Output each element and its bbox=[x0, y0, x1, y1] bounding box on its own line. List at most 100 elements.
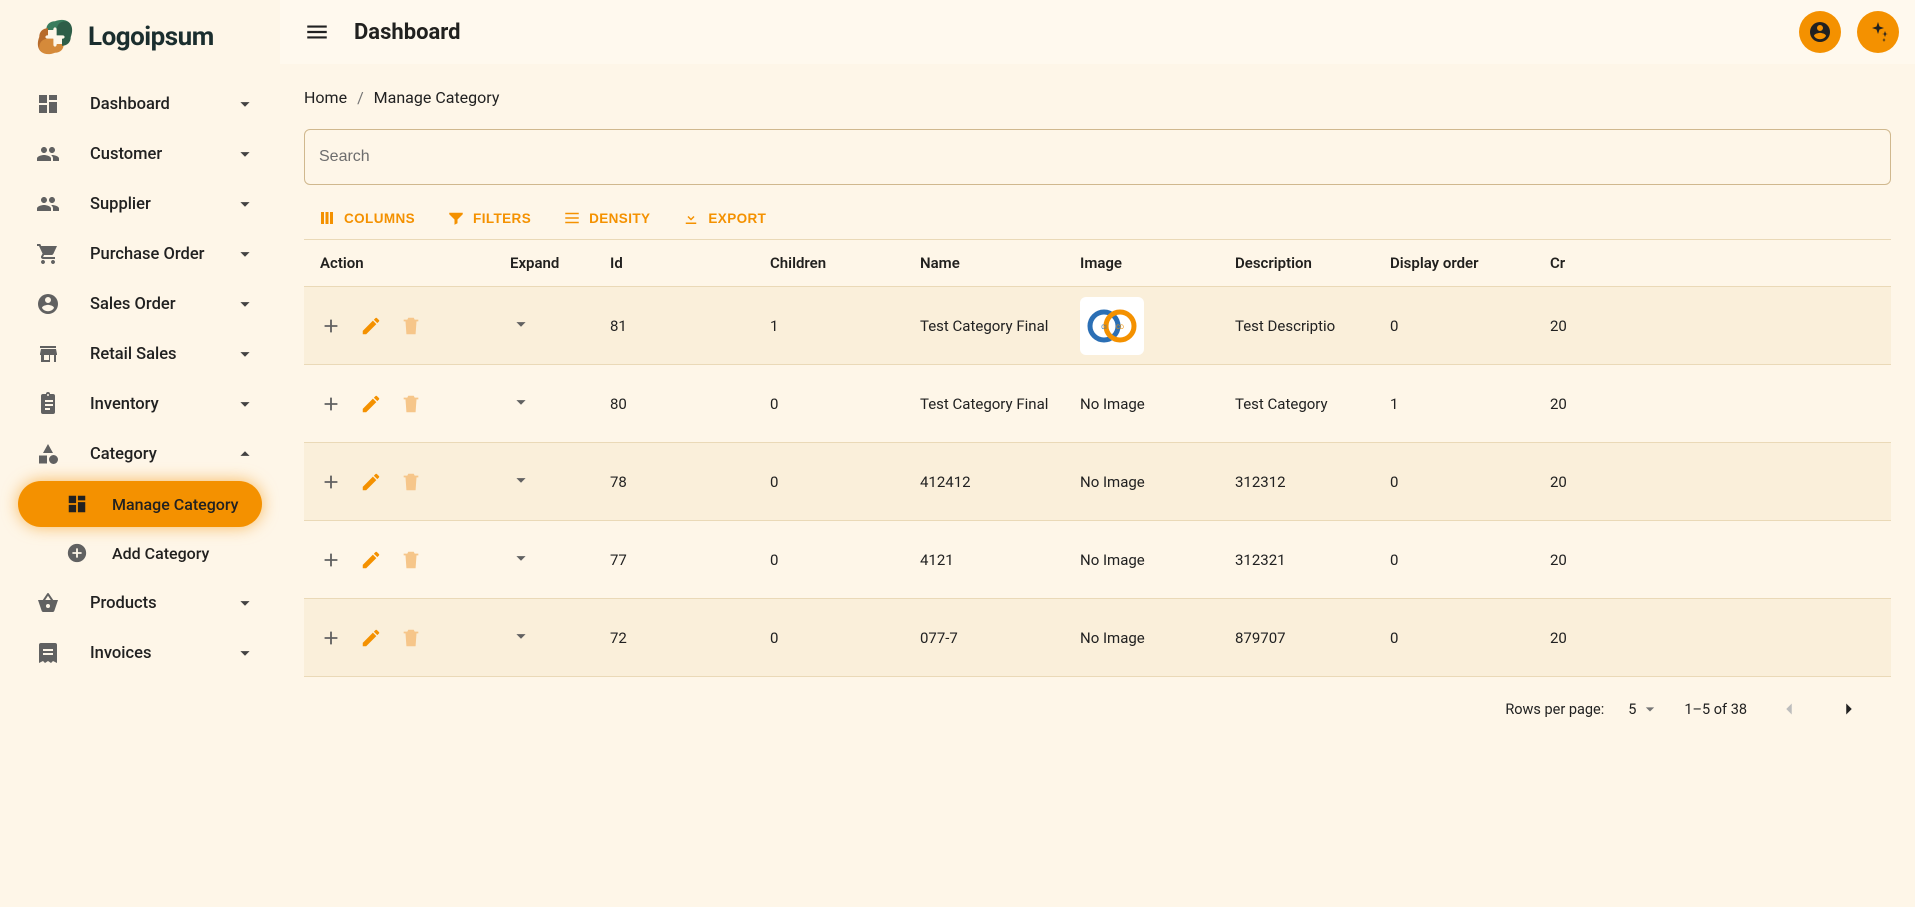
cell-description: Test Category bbox=[1227, 389, 1382, 419]
cell-expand[interactable] bbox=[502, 463, 602, 501]
cell-children: 0 bbox=[762, 545, 912, 575]
delete-icon[interactable] bbox=[400, 315, 422, 337]
filters-button[interactable]: FILTERS bbox=[443, 205, 535, 231]
edit-icon[interactable] bbox=[360, 393, 382, 415]
table-row: 77 0 4121 No Image 312321 0 20 bbox=[304, 521, 1891, 599]
col-header-expand[interactable]: Expand bbox=[502, 240, 602, 286]
sidebar-item-sales-order[interactable]: Sales Order bbox=[8, 280, 272, 328]
account-icon bbox=[36, 292, 60, 316]
cell-children: 1 bbox=[762, 311, 912, 341]
sidebar-item-inventory[interactable]: Inventory bbox=[8, 380, 272, 428]
chevron-right-icon bbox=[1838, 698, 1860, 720]
cell-description: 312312 bbox=[1227, 467, 1382, 497]
sidebar-item-invoices[interactable]: Invoices bbox=[8, 629, 272, 677]
chevron-down-icon bbox=[234, 143, 256, 165]
basket-icon bbox=[36, 591, 60, 615]
add-icon[interactable] bbox=[320, 627, 342, 649]
columns-button[interactable]: COLUMNS bbox=[314, 205, 419, 231]
next-page-button[interactable] bbox=[1831, 691, 1867, 727]
prev-page-button[interactable] bbox=[1771, 691, 1807, 727]
rows-per-page-select[interactable]: 5 bbox=[1628, 699, 1660, 719]
col-header-children[interactable]: Children bbox=[762, 240, 912, 286]
sidebar-sub-add-category[interactable]: Add Category bbox=[18, 530, 262, 576]
sidebar-item-label: Invoices bbox=[90, 644, 151, 663]
download-icon bbox=[682, 209, 700, 227]
cell-expand[interactable] bbox=[502, 541, 602, 579]
search-input[interactable] bbox=[319, 148, 1876, 166]
sidebar-item-dashboard[interactable]: Dashboard bbox=[8, 80, 272, 128]
delete-icon[interactable] bbox=[400, 549, 422, 571]
cell-expand[interactable] bbox=[502, 307, 602, 345]
delete-icon[interactable] bbox=[400, 393, 422, 415]
cell-description: Test Descriptio bbox=[1227, 311, 1382, 341]
sidebar-item-category[interactable]: Category bbox=[8, 430, 272, 478]
cell-action bbox=[312, 621, 502, 655]
table-row: 81 1 Test Category Final CICD Test Descr… bbox=[304, 287, 1891, 365]
col-header-created[interactable]: Cr bbox=[1542, 240, 1592, 286]
sidebar-sub-manage-category[interactable]: Manage Category bbox=[18, 481, 262, 527]
cell-id: 78 bbox=[602, 467, 762, 497]
density-label: DENSITY bbox=[589, 211, 650, 226]
col-header-description[interactable]: Description bbox=[1227, 240, 1382, 286]
col-header-id[interactable]: Id bbox=[602, 240, 762, 286]
sidebar-item-purchase-order[interactable]: Purchase Order bbox=[8, 230, 272, 278]
sidebar-item-customer[interactable]: Customer bbox=[8, 130, 272, 178]
cell-expand[interactable] bbox=[502, 619, 602, 657]
add-icon[interactable] bbox=[320, 393, 342, 415]
cell-display-order: 1 bbox=[1382, 389, 1542, 419]
add-icon[interactable] bbox=[320, 471, 342, 493]
edit-icon[interactable] bbox=[360, 549, 382, 571]
account-button[interactable] bbox=[1799, 11, 1841, 53]
cell-image: No Image bbox=[1072, 623, 1227, 653]
expand-icon bbox=[510, 633, 532, 651]
add-icon[interactable] bbox=[320, 549, 342, 571]
density-button[interactable]: DENSITY bbox=[559, 205, 654, 231]
cell-image: No Image bbox=[1072, 545, 1227, 575]
export-button[interactable]: EXPORT bbox=[678, 205, 770, 231]
delete-icon[interactable] bbox=[400, 627, 422, 649]
columns-label: COLUMNS bbox=[344, 211, 415, 226]
chevron-down-icon bbox=[234, 642, 256, 664]
sidebar-sub-label: Manage Category bbox=[112, 495, 239, 514]
cell-created: 20 bbox=[1542, 545, 1592, 575]
cell-description: 879707 bbox=[1227, 623, 1382, 653]
sparkle-button[interactable] bbox=[1857, 11, 1899, 53]
edit-icon[interactable] bbox=[360, 627, 382, 649]
chevron-down-icon bbox=[234, 243, 256, 265]
cell-id: 80 bbox=[602, 389, 762, 419]
sidebar-item-label: Category bbox=[90, 445, 157, 464]
col-header-name[interactable]: Name bbox=[912, 240, 1072, 286]
cell-expand[interactable] bbox=[502, 385, 602, 423]
edit-icon[interactable] bbox=[360, 315, 382, 337]
cell-created: 20 bbox=[1542, 311, 1592, 341]
rows-per-page-value: 5 bbox=[1628, 701, 1636, 718]
menu-toggle-button[interactable] bbox=[296, 11, 338, 53]
edit-icon[interactable] bbox=[360, 471, 382, 493]
col-header-display-order[interactable]: Display order bbox=[1382, 240, 1542, 286]
sidebar-item-retail-sales[interactable]: Retail Sales bbox=[8, 330, 272, 378]
search-box[interactable] bbox=[304, 129, 1891, 185]
dashboard-icon bbox=[66, 493, 88, 515]
account-icon bbox=[1808, 20, 1832, 44]
cell-image: CICD bbox=[1072, 291, 1227, 361]
expand-icon bbox=[510, 399, 532, 417]
chevron-up-icon bbox=[234, 443, 256, 465]
sparkle-icon bbox=[1866, 20, 1890, 44]
sidebar-item-supplier[interactable]: Supplier bbox=[8, 180, 272, 228]
add-icon[interactable] bbox=[320, 315, 342, 337]
delete-icon[interactable] bbox=[400, 471, 422, 493]
category-icon bbox=[36, 442, 60, 466]
store-icon bbox=[36, 342, 60, 366]
sidebar-item-products[interactable]: Products bbox=[8, 579, 272, 627]
add-circle-icon bbox=[66, 542, 88, 564]
cell-name: 077-7 bbox=[912, 623, 1072, 653]
content: Home / Manage Category COLUMNS FILTERS D… bbox=[280, 64, 1915, 907]
col-header-action[interactable]: Action bbox=[312, 240, 502, 286]
cart-icon bbox=[36, 242, 60, 266]
header: Dashboard bbox=[280, 0, 1915, 64]
col-header-image[interactable]: Image bbox=[1072, 240, 1227, 286]
breadcrumb-home[interactable]: Home bbox=[304, 88, 347, 107]
clipboard-icon bbox=[36, 392, 60, 416]
people-icon bbox=[36, 142, 60, 166]
chevron-down-icon bbox=[234, 592, 256, 614]
